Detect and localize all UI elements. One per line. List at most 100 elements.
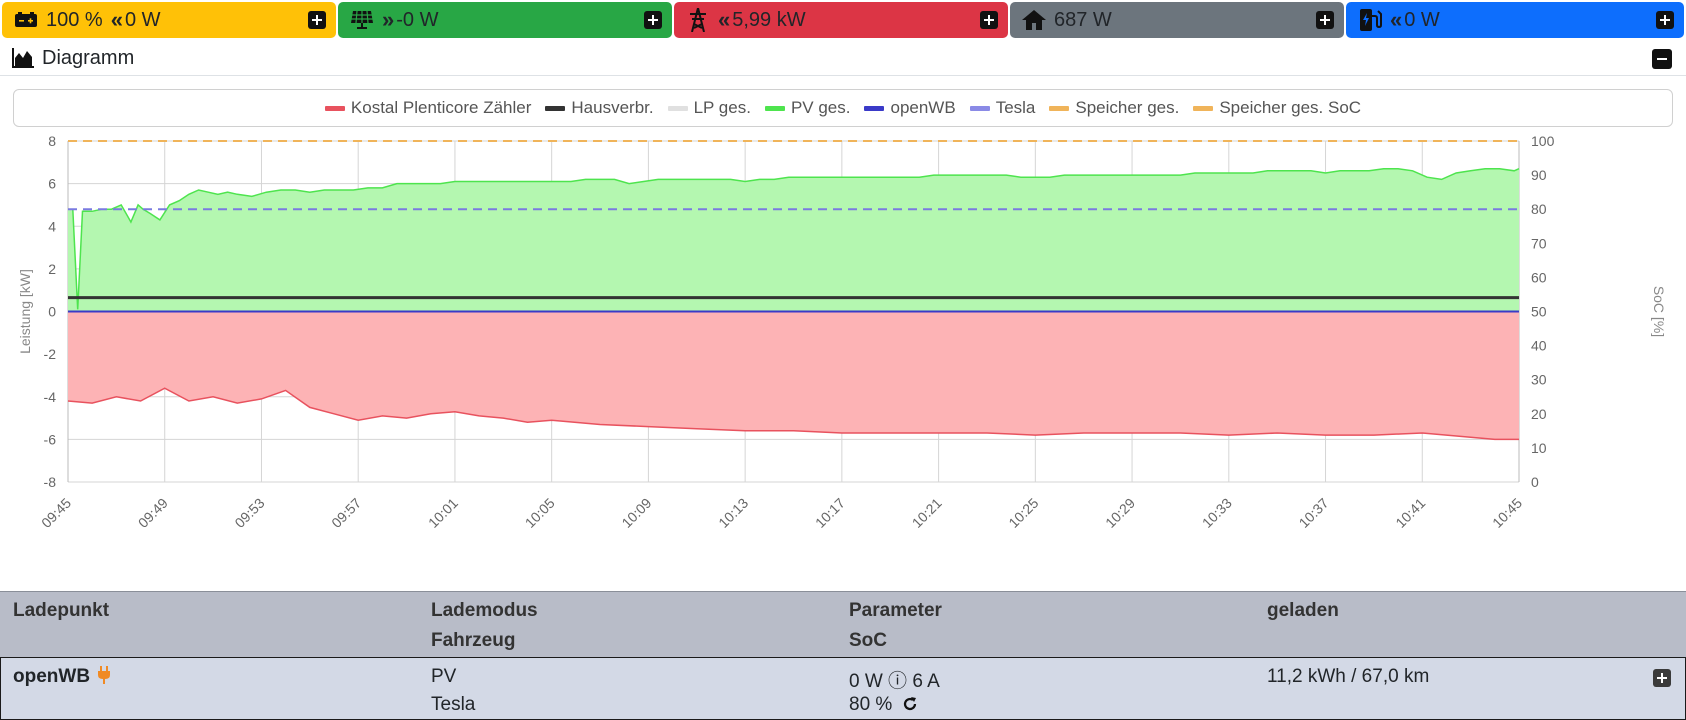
collapse-diagram-button[interactable] — [1652, 49, 1672, 69]
y-tick-label: 0 — [48, 304, 56, 320]
x-tick-label: 10:05 — [522, 495, 558, 531]
expand-charge-button[interactable] — [1656, 11, 1674, 29]
power-chart: 86420-2-4-6-8100908070605040302010009:45… — [17, 133, 1667, 531]
y2-tick-label: 100 — [1531, 133, 1555, 149]
tile-pv[interactable]: » -0 W — [338, 2, 672, 38]
tile-house[interactable]: 687 W — [1010, 2, 1344, 38]
home-icon — [1022, 8, 1046, 32]
chevron-left-icon: « — [718, 7, 730, 32]
y2-tick-label: 80 — [1531, 201, 1547, 217]
legend-item[interactable]: LP ges. — [667, 98, 751, 118]
legend-swatch — [667, 105, 688, 111]
y-tick-label: 6 — [48, 176, 56, 192]
x-tick-label: 10:33 — [1199, 495, 1235, 531]
y-tick-label: 8 — [48, 133, 56, 149]
y2-tick-label: 60 — [1531, 269, 1547, 285]
x-tick-label: 10:41 — [1392, 495, 1428, 531]
vehicle-soc: 80 % — [849, 694, 918, 716]
expand-row-button[interactable] — [1653, 669, 1671, 687]
legend-swatch — [324, 105, 345, 111]
diagram-header[interactable]: Diagramm — [0, 42, 1686, 76]
header-ladepunkt: Ladepunkt — [13, 600, 110, 621]
tile-charge[interactable]: « 0 W — [1346, 2, 1684, 38]
charging-station-icon — [1358, 8, 1382, 32]
table-row[interactable]: openWB PV Tesla 0 W ⓘ 6 A 80 % 11,2 kWh … — [0, 657, 1686, 720]
y-axis-label: Leistung [kW] — [17, 269, 33, 354]
legend-label: Speicher ges. — [1075, 98, 1180, 117]
y2-axis-label: SoC [%] — [1651, 286, 1667, 337]
x-tick-label: 10:25 — [1005, 495, 1041, 531]
y-tick-label: -8 — [44, 474, 57, 490]
charge-point-label: openWB — [13, 666, 91, 687]
header-geladen: geladen — [1267, 600, 1339, 621]
table-header: Ladepunkt Lademodus Fahrzeug Parameter S… — [0, 591, 1686, 657]
charge-point-name: openWB — [13, 666, 111, 688]
expand-battery-button[interactable] — [308, 11, 326, 29]
charge-point-table: Ladepunkt Lademodus Fahrzeug Parameter S… — [0, 591, 1686, 720]
legend-label: LP ges. — [693, 98, 751, 117]
battery-soc: 100 % — [46, 8, 103, 31]
x-tick-label: 10:01 — [425, 495, 461, 531]
x-tick-label: 10:21 — [909, 495, 945, 531]
charged-amount: 11,2 kWh / 67,0 km — [1267, 666, 1430, 687]
soc-value: 80 % — [849, 694, 893, 715]
charge-mode[interactable]: PV — [431, 666, 456, 688]
x-tick-label: 10:45 — [1489, 495, 1525, 531]
y-tick-label: 4 — [48, 218, 56, 234]
refresh-icon[interactable] — [902, 696, 918, 712]
x-tick-label: 09:53 — [231, 495, 267, 531]
legend-item[interactable]: Speicher ges. SoC — [1193, 98, 1361, 118]
chart-legend: Kostal Plenticore Zähler Hausverbr. LP ges… — [13, 89, 1673, 127]
y-tick-label: 2 — [48, 261, 56, 277]
legend-label: openWB — [890, 98, 956, 117]
chevron-left-icon: « — [1390, 7, 1402, 32]
diagram-title: Diagramm — [42, 47, 135, 69]
series-area — [68, 311, 1519, 440]
legend-swatch — [764, 105, 785, 111]
status-tiles: 100 % « 0 W » -0 W « 5,99 kW 687 W « 0 W — [0, 0, 1686, 40]
legend-swatch — [969, 105, 990, 111]
x-tick-label: 09:49 — [135, 495, 171, 531]
charge-power: 0 W — [1404, 8, 1440, 31]
x-tick-label: 10:13 — [715, 495, 751, 531]
header-fahrzeug: Fahrzeug — [431, 630, 516, 651]
tile-battery[interactable]: 100 % « 0 W — [2, 2, 336, 38]
legend-item[interactable]: Hausverbr. — [545, 98, 654, 118]
vehicle-name[interactable]: Tesla — [431, 694, 475, 716]
y2-tick-label: 50 — [1531, 304, 1547, 320]
legend-item[interactable]: Speicher ges. — [1049, 98, 1179, 118]
legend-item[interactable]: openWB — [864, 98, 956, 118]
x-tick-label: 09:45 — [38, 495, 74, 531]
area-chart-icon — [12, 47, 34, 70]
solar-panel-icon — [350, 8, 374, 32]
chevron-left-icon: « — [110, 7, 123, 32]
y2-tick-label: 10 — [1531, 440, 1547, 456]
legend-item[interactable]: Kostal Plenticore Zähler — [324, 98, 531, 118]
x-tick-label: 10:29 — [1102, 495, 1138, 531]
header-lademodus: Lademodus — [431, 600, 538, 621]
legend-swatch — [1049, 105, 1070, 111]
legend-label: PV ges. — [790, 98, 851, 117]
expand-pv-button[interactable] — [644, 11, 662, 29]
tile-grid[interactable]: « 5,99 kW — [674, 2, 1008, 38]
legend-swatch — [1193, 105, 1214, 111]
battery-power: 0 W — [124, 8, 161, 31]
y-tick-label: -4 — [44, 389, 57, 405]
y2-tick-label: 30 — [1531, 372, 1547, 388]
y2-tick-label: 0 — [1531, 474, 1539, 490]
legend-item[interactable]: PV ges. — [764, 98, 851, 118]
battery-icon — [14, 8, 38, 32]
y2-tick-label: 70 — [1531, 235, 1547, 251]
legend-item[interactable]: Tesla — [969, 98, 1036, 118]
expand-grid-button[interactable] — [980, 11, 998, 29]
x-tick-label: 10:17 — [812, 495, 848, 531]
legend-label: Tesla — [995, 98, 1036, 117]
house-power: 687 W — [1054, 8, 1112, 31]
x-tick-label: 09:57 — [328, 495, 364, 531]
header-soc: SoC — [849, 630, 887, 651]
y-tick-label: -6 — [44, 431, 57, 447]
charge-parameter: 0 W ⓘ 6 A — [849, 671, 940, 692]
header-parameter: Parameter — [849, 600, 942, 621]
expand-house-button[interactable] — [1316, 11, 1334, 29]
y2-tick-label: 90 — [1531, 167, 1547, 183]
